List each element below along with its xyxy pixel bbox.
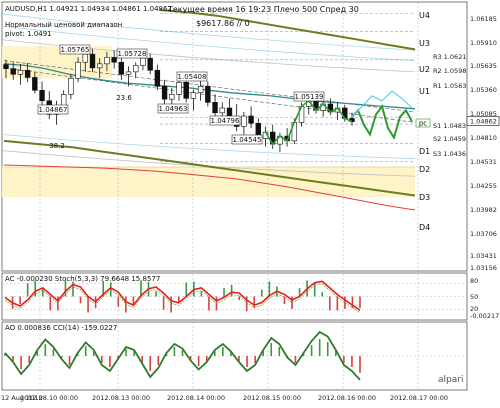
price-annotation: 1.04867 (39, 106, 68, 114)
price-tick: 1.04810 (470, 134, 497, 142)
level-label-u4: U4 (419, 11, 430, 20)
price-tick: 1.05910 (470, 39, 497, 47)
price-tick: 1.03706 (470, 230, 497, 238)
candle-body (154, 69, 161, 87)
candle-body (125, 71, 132, 75)
candle-body (111, 57, 117, 63)
candle-body (212, 102, 218, 114)
pivot-label: R1 1.0563 (433, 82, 466, 90)
ac-axis: 805020-0.00217 (470, 277, 499, 320)
level-label-d4: D4 (419, 223, 430, 232)
candle-body (197, 86, 204, 94)
fib-annotation: 23.6 (116, 94, 132, 102)
candle-body (248, 115, 254, 124)
level-label-d2: D2 (419, 165, 430, 174)
candle-body (205, 86, 211, 103)
pivot-label: R3 1.0621 (433, 53, 466, 61)
price-tick: 1.04531 (470, 158, 497, 166)
indicator-name: Нормальный ценовой диапазон (5, 21, 122, 29)
candle-body (147, 57, 153, 71)
time-axis: 12 Aug 20122012.08.10 00:00 2012.08.13 00… (1, 394, 448, 402)
candle-body (140, 57, 146, 66)
level-label-d1: D1 (419, 147, 430, 156)
pivot-label: pivot: 1.0491 (5, 30, 52, 38)
candle-body (89, 53, 96, 69)
candle-body (161, 86, 168, 100)
price-tick: 1.06185 (470, 15, 497, 23)
pivot-label: R2 1.0598 (433, 67, 466, 75)
candle-body (17, 69, 24, 75)
price-annotation: 1.05765 (61, 46, 90, 54)
price-tick: 1.05360 (470, 86, 497, 94)
candle-body (82, 53, 88, 63)
price-annotation: 1.04963 (159, 105, 188, 113)
pc-label: pc (419, 120, 427, 128)
candle-body (183, 81, 189, 99)
time-tick: 2012.08.16 00:00 (318, 394, 376, 402)
price-tick: 1.04255 (470, 182, 497, 190)
candle-body (32, 77, 38, 91)
time-tick: 2012.08.14 00:00 (167, 394, 225, 402)
candle-body (24, 69, 31, 78)
candle-body (169, 94, 175, 100)
candle-body (190, 92, 197, 99)
balance: $9617.86 // 0 (196, 19, 250, 28)
candle-body (75, 61, 81, 79)
candle-body (219, 107, 225, 114)
candle-body (241, 115, 247, 127)
lower-band (2, 166, 415, 198)
ac-axis-tick: 50 (470, 293, 478, 301)
server-time: Текущее время 16 19:23 Плечо 500 Спред 3… (167, 5, 359, 14)
ac-stoch-title: AC -0.000230 Stoch(5,3,3) 79.6648 15.857… (5, 275, 160, 283)
time-tick: 2012.08.10 00:00 (20, 394, 78, 402)
ao-cci-title: AO 0.000836 CCI(14) -159.0227 (5, 324, 117, 332)
level-label-u1: U1 (419, 87, 430, 96)
level-label-u2: U2 (419, 65, 430, 74)
candle-body (39, 90, 45, 102)
price-annotation: 1.05139 (295, 93, 324, 101)
chart-title: AUDUSD,H1 1.04921 1.04934 1.04861 1.0486… (5, 5, 172, 13)
candle-body (68, 77, 74, 95)
candle-body (10, 68, 16, 75)
candle-body (97, 63, 103, 69)
price-annotation: 1.04796 (211, 117, 240, 125)
candle-body (104, 57, 110, 65)
watermark: alpari (438, 375, 463, 385)
level-label-u3: U3 (419, 39, 430, 48)
candle-body (118, 61, 125, 75)
time-tick: 2012.08.17 00:00 (390, 394, 448, 402)
price-tick: 1.03156 (470, 264, 497, 272)
candle-body (60, 94, 67, 107)
candle-body (133, 65, 139, 73)
forex-chart: 1.05765 1.05728 1.05408 1.05139 1.04963 1.047… (1, 1, 500, 402)
price-tick: 1.03982 (470, 206, 497, 214)
ac-axis-tick: 80 (470, 277, 478, 285)
pivot-label: S1 1.0483 (433, 122, 466, 130)
level-label-d3: D3 (419, 193, 430, 202)
price-axis: 1.061851.059101.056351.053601.050851.048… (466, 15, 500, 272)
candle-body (3, 64, 9, 69)
price-annotation: 1.05408 (178, 73, 207, 81)
time-tick: 2012.08.13 00:00 (92, 394, 150, 402)
price-annotation: 1.04545 (233, 136, 262, 144)
pivot-label: S2 1.0459 (433, 135, 466, 143)
ac-axis-tick: -0.00217 (470, 312, 499, 320)
candle-body (176, 81, 182, 95)
fib-annotation: 38.2 (49, 142, 65, 150)
price-tick: 1.05635 (470, 62, 497, 70)
pivot-label: S3 1.0436 (433, 150, 466, 158)
time-tick: 2012.08.15 00:00 (243, 394, 301, 402)
price-tick: 1.03431 (470, 252, 497, 260)
candle-body (226, 107, 233, 118)
current-price: 1.04862 (470, 117, 497, 125)
price-annotation: 1.05728 (118, 50, 147, 58)
